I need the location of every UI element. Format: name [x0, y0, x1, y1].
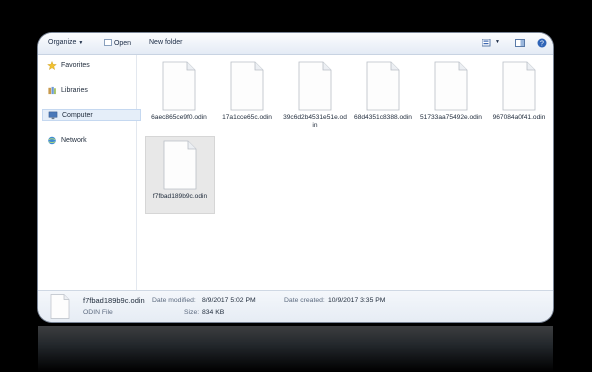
file-name: f7fbad189b9c.odin: [152, 193, 208, 200]
star-icon: [47, 60, 57, 70]
file-item[interactable]: 39c6d2b4531e51e.odin: [281, 58, 349, 130]
date-created-label: Date created:: [284, 297, 325, 304]
view-options-icon[interactable]: [482, 39, 492, 47]
open-icon: [104, 39, 112, 46]
file-icon: [434, 61, 468, 111]
sidebar-item-label: Favorites: [61, 61, 90, 69]
file-icon: [298, 61, 332, 111]
details-filename: f7fbad189b9c.odin: [83, 296, 145, 305]
window-reflection: [38, 326, 553, 372]
date-modified-value: 8/9/2017 5:02 PM: [202, 297, 256, 304]
file-name: 6aec865ce9f0.odin: [151, 114, 207, 121]
preview-pane-icon[interactable]: [515, 39, 525, 47]
sidebar-item-favorites[interactable]: Favorites: [47, 60, 90, 70]
date-modified-label: Date modified:: [152, 297, 196, 304]
file-name: 967084a0f41.odin: [492, 114, 546, 121]
reflection-gradient: [38, 326, 553, 372]
file-name: 39c6d2b4531e51e.odin: [283, 114, 347, 129]
organize-label: Organize: [48, 39, 77, 46]
open-label: Open: [113, 40, 132, 47]
file-item[interactable]: 967084a0f41.odin: [485, 58, 553, 122]
file-icon: [50, 294, 70, 319]
sidebar-item-computer[interactable]: Computer: [42, 109, 141, 121]
organize-button[interactable]: Organize ▼: [48, 39, 83, 46]
explorer-window: Organize▼ Open New folder ▼ ? Favorites: [38, 33, 553, 322]
file-name: 51733aa75492e.odin: [420, 114, 482, 121]
navigation-pane: Favorites Libraries Computer Network: [38, 55, 141, 291]
new-folder-button[interactable]: New folder: [149, 39, 182, 46]
file-item[interactable]: 68d4351c8388.odin: [349, 58, 417, 122]
sidebar-item-network[interactable]: Network: [47, 135, 87, 145]
toolbar: Organize ▼ Open New folder ▼ ?: [38, 33, 553, 55]
details-pane: f7fbad189b9c.odin ODIN File Date modifie…: [38, 290, 553, 322]
sidebar-item-label: Computer: [62, 111, 93, 119]
file-list: 6aec865ce9f0.odin 17a1cce65c.odin 39c6d2…: [137, 55, 553, 291]
file-name: 68d4351c8388.odin: [354, 114, 412, 121]
libraries-icon: [48, 86, 56, 94]
svg-text:?: ?: [540, 41, 544, 48]
computer-icon: [48, 111, 58, 119]
file-item[interactable]: 17a1cce65c.odin: [213, 58, 281, 122]
file-icon: [230, 61, 264, 111]
view-dropdown-icon[interactable]: ▼: [495, 39, 500, 45]
sidebar-item-label: Libraries: [61, 86, 88, 94]
file-icon: [366, 61, 400, 111]
size-label: Size:: [184, 309, 200, 316]
open-button[interactable]: Open: [104, 39, 131, 47]
file-item[interactable]: 51733aa75492e.odin: [417, 58, 485, 122]
size-value: 834 KB: [202, 309, 225, 316]
date-created-value: 10/9/2017 3:35 PM: [328, 297, 386, 304]
details-filetype: ODIN File: [83, 309, 113, 316]
file-item[interactable]: 6aec865ce9f0.odin: [145, 58, 213, 122]
help-icon[interactable]: ?: [537, 38, 547, 48]
network-icon: [48, 136, 56, 144]
file-icon: [163, 140, 197, 190]
file-icon: [162, 61, 196, 111]
sidebar-item-libraries[interactable]: Libraries: [47, 85, 88, 95]
file-item-selected[interactable]: f7fbad189b9c.odin: [145, 136, 215, 214]
sidebar-item-label: Network: [61, 136, 87, 144]
chevron-down-icon: ▼: [78, 40, 84, 46]
file-icon: [502, 61, 536, 111]
file-name: 17a1cce65c.odin: [222, 114, 272, 121]
